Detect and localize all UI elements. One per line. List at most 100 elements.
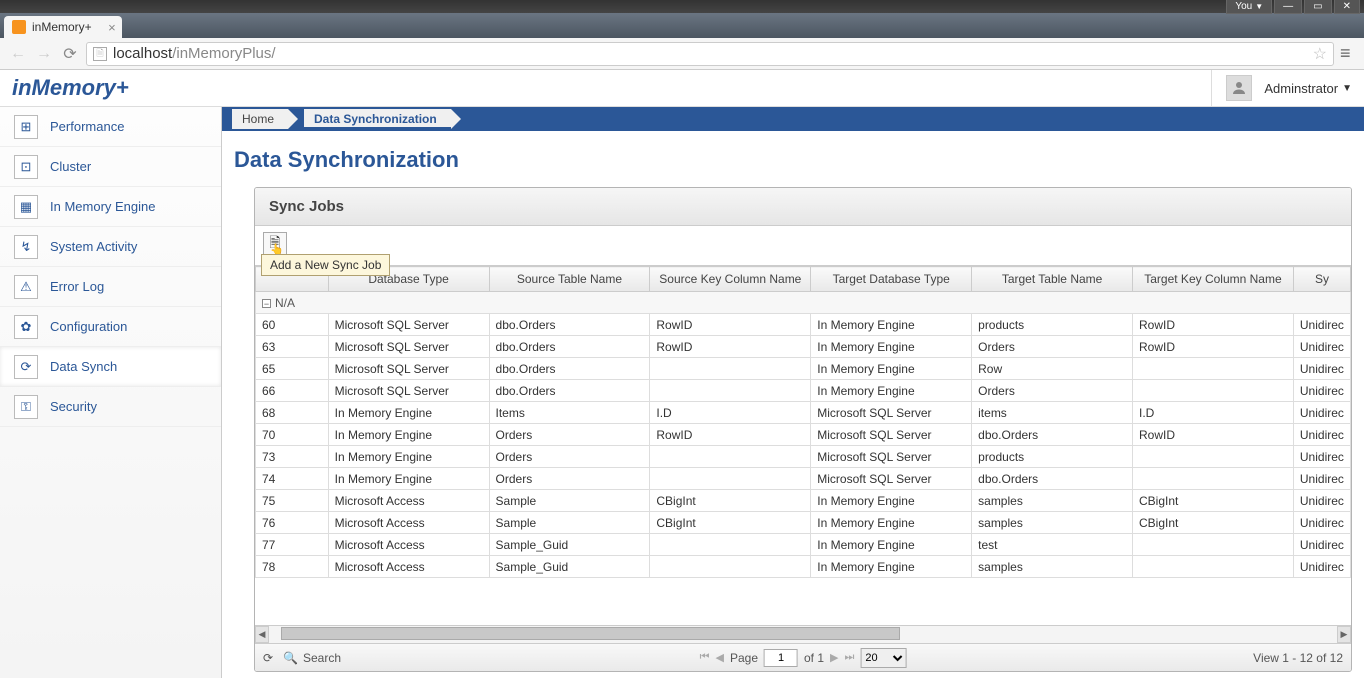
sidebar-item-system-activity[interactable]: ↯System Activity <box>0 227 221 267</box>
sidebar-item-label: Data Synch <box>50 359 117 374</box>
cell-sync: Unidirec <box>1293 380 1350 402</box>
tab-close-icon[interactable]: × <box>108 20 116 35</box>
cell-src_tbl: Orders <box>489 446 650 468</box>
pager-page-label: Page <box>730 651 758 665</box>
table-row[interactable]: 60Microsoft SQL Serverdbo.OrdersRowIDIn … <box>256 314 1351 336</box>
cell-tgt_db: In Memory Engine <box>811 534 972 556</box>
table-row[interactable]: 74In Memory EngineOrdersMicrosoft SQL Se… <box>256 468 1351 490</box>
page-size-select[interactable]: 20 <box>860 648 906 668</box>
hamburger-menu-icon[interactable]: ≡ <box>1340 43 1356 64</box>
cell-src_tbl: Items <box>489 402 650 424</box>
collapse-toggle-icon[interactable]: − <box>262 299 271 308</box>
chrome-user-button[interactable]: You▼ <box>1226 0 1272 14</box>
column-header[interactable]: Sy <box>1293 267 1350 292</box>
cell-src_key: CBigInt <box>650 490 811 512</box>
cell-src_tbl: dbo.Orders <box>489 336 650 358</box>
table-row[interactable]: 73In Memory EngineOrdersMicrosoft SQL Se… <box>256 446 1351 468</box>
cell-src_db: Microsoft Access <box>328 556 489 578</box>
sidebar-item-error-log[interactable]: ⚠Error Log <box>0 267 221 307</box>
sidebar-item-label: Configuration <box>50 319 127 334</box>
cell-id: 77 <box>256 534 329 556</box>
cell-tgt_tbl: dbo.Orders <box>972 468 1133 490</box>
scrollbar-track[interactable] <box>269 626 1337 643</box>
cell-tgt_tbl: samples <box>972 512 1133 534</box>
table-row[interactable]: 78Microsoft AccessSample_GuidIn Memory E… <box>256 556 1351 578</box>
cell-tgt_db: In Memory Engine <box>811 512 972 534</box>
search-label[interactable]: Search <box>303 651 341 665</box>
address-bar[interactable]: 🗎 localhost/inMemoryPlus/ ☆ <box>86 42 1334 66</box>
maximize-button[interactable]: ▭ <box>1304 0 1331 14</box>
sidebar-icon: ↯ <box>14 235 38 259</box>
table-row[interactable]: 66Microsoft SQL Serverdbo.OrdersIn Memor… <box>256 380 1351 402</box>
user-icon <box>1230 79 1248 97</box>
breadcrumb-data-synchronization[interactable]: Data Synchronization <box>304 109 451 129</box>
browser-tab[interactable]: inMemory+ × <box>4 16 122 38</box>
sidebar-item-cluster[interactable]: ⊡Cluster <box>0 147 221 187</box>
cell-tgt_tbl: products <box>972 314 1133 336</box>
refresh-icon[interactable]: ⟳ <box>263 651 277 665</box>
sidebar-item-data-synch[interactable]: ⟳ Data Synch <box>0 347 221 387</box>
column-header[interactable]: Target Table Name <box>972 267 1133 292</box>
column-header[interactable]: Target Key Column Name <box>1133 267 1294 292</box>
sidebar-icon: ⊞ <box>14 115 38 139</box>
sidebar-item-security[interactable]: ⚿Security <box>0 387 221 427</box>
pager-next-icon[interactable]: ▶ <box>830 651 838 664</box>
search-icon[interactable]: 🔍 <box>283 651 297 665</box>
column-header[interactable]: Target Database Type <box>811 267 972 292</box>
pager-page-input[interactable] <box>764 649 798 667</box>
avatar[interactable] <box>1226 75 1252 101</box>
cell-src_db: In Memory Engine <box>328 468 489 490</box>
pager-page-of: of 1 <box>804 651 824 665</box>
sidebar-item-performance[interactable]: ⊞Performance <box>0 107 221 147</box>
table-row[interactable]: 76Microsoft AccessSampleCBigIntIn Memory… <box>256 512 1351 534</box>
table-row[interactable]: 70In Memory EngineOrdersRowIDMicrosoft S… <box>256 424 1351 446</box>
cell-tgt_key: RowID <box>1133 314 1294 336</box>
cell-src_db: Microsoft Access <box>328 490 489 512</box>
table-row[interactable]: 75Microsoft AccessSampleCBigIntIn Memory… <box>256 490 1351 512</box>
column-header[interactable]: Source Key Column Name <box>650 267 811 292</box>
scrollbar-thumb[interactable] <box>281 627 900 640</box>
user-dropdown[interactable]: Adminstrator ▼ <box>1264 81 1352 96</box>
cell-tgt_key <box>1133 534 1294 556</box>
window-titlebar: You▼ — ▭ ✕ <box>0 0 1364 13</box>
cell-id: 75 <box>256 490 329 512</box>
cell-id: 76 <box>256 512 329 534</box>
minimize-button[interactable]: — <box>1274 0 1302 14</box>
cell-src_tbl: Sample_Guid <box>489 556 650 578</box>
reload-button[interactable]: ⟳ <box>60 44 80 64</box>
browser-toolbar: ← → ⟳ 🗎 localhost/inMemoryPlus/ ☆ ≡ <box>0 38 1364 70</box>
sidebar-item-configuration[interactable]: ✿Configuration <box>0 307 221 347</box>
table-row[interactable]: 77Microsoft AccessSample_GuidIn Memory E… <box>256 534 1351 556</box>
breadcrumb-home[interactable]: Home <box>232 109 288 129</box>
sidebar-item-label: Cluster <box>50 159 91 174</box>
pager-first-icon[interactable]: ⏮ <box>700 651 710 664</box>
page-info-icon[interactable]: 🗎 <box>93 47 107 61</box>
add-sync-job-button[interactable]: 🗎 👆 <box>263 232 287 256</box>
table-group-row[interactable]: −N/A <box>256 292 1351 314</box>
forward-button[interactable]: → <box>34 44 54 64</box>
column-header[interactable]: Source Table Name <box>489 267 650 292</box>
table-row[interactable]: 68In Memory EngineItemsI.DMicrosoft SQL … <box>256 402 1351 424</box>
view-info: View 1 - 12 of 12 <box>1253 651 1343 665</box>
scroll-left-icon[interactable]: ◀ <box>255 626 269 643</box>
sidebar: ⊞Performance⊡Cluster▦In Memory Engine↯Sy… <box>0 107 222 678</box>
cell-tgt_key: RowID <box>1133 424 1294 446</box>
chrome-user-label: You <box>1235 1 1252 12</box>
scroll-right-icon[interactable]: ▶ <box>1337 626 1351 643</box>
pager-last-icon[interactable]: ⏭ <box>844 651 854 664</box>
bookmark-icon[interactable]: ☆ <box>1313 44 1327 64</box>
sidebar-item-in-memory-engine[interactable]: ▦In Memory Engine <box>0 187 221 227</box>
panel-toolbar: 🗎 👆 Add a New Sync Job <box>255 226 1351 266</box>
cell-tgt_key: I.D <box>1133 402 1294 424</box>
app-header: inMemory+ Adminstrator ▼ <box>0 70 1364 107</box>
cell-tgt_db: In Memory Engine <box>811 490 972 512</box>
cell-src_tbl: dbo.Orders <box>489 314 650 336</box>
pager-prev-icon[interactable]: ◀ <box>716 651 724 664</box>
sidebar-icon: ⟳ <box>14 355 38 379</box>
close-window-button[interactable]: ✕ <box>1334 0 1360 14</box>
cell-src_key <box>650 556 811 578</box>
horizontal-scrollbar[interactable]: ◀ ▶ <box>255 625 1351 643</box>
back-button[interactable]: ← <box>8 44 28 64</box>
table-row[interactable]: 63Microsoft SQL Serverdbo.OrdersRowIDIn … <box>256 336 1351 358</box>
table-row[interactable]: 65Microsoft SQL Serverdbo.OrdersIn Memor… <box>256 358 1351 380</box>
